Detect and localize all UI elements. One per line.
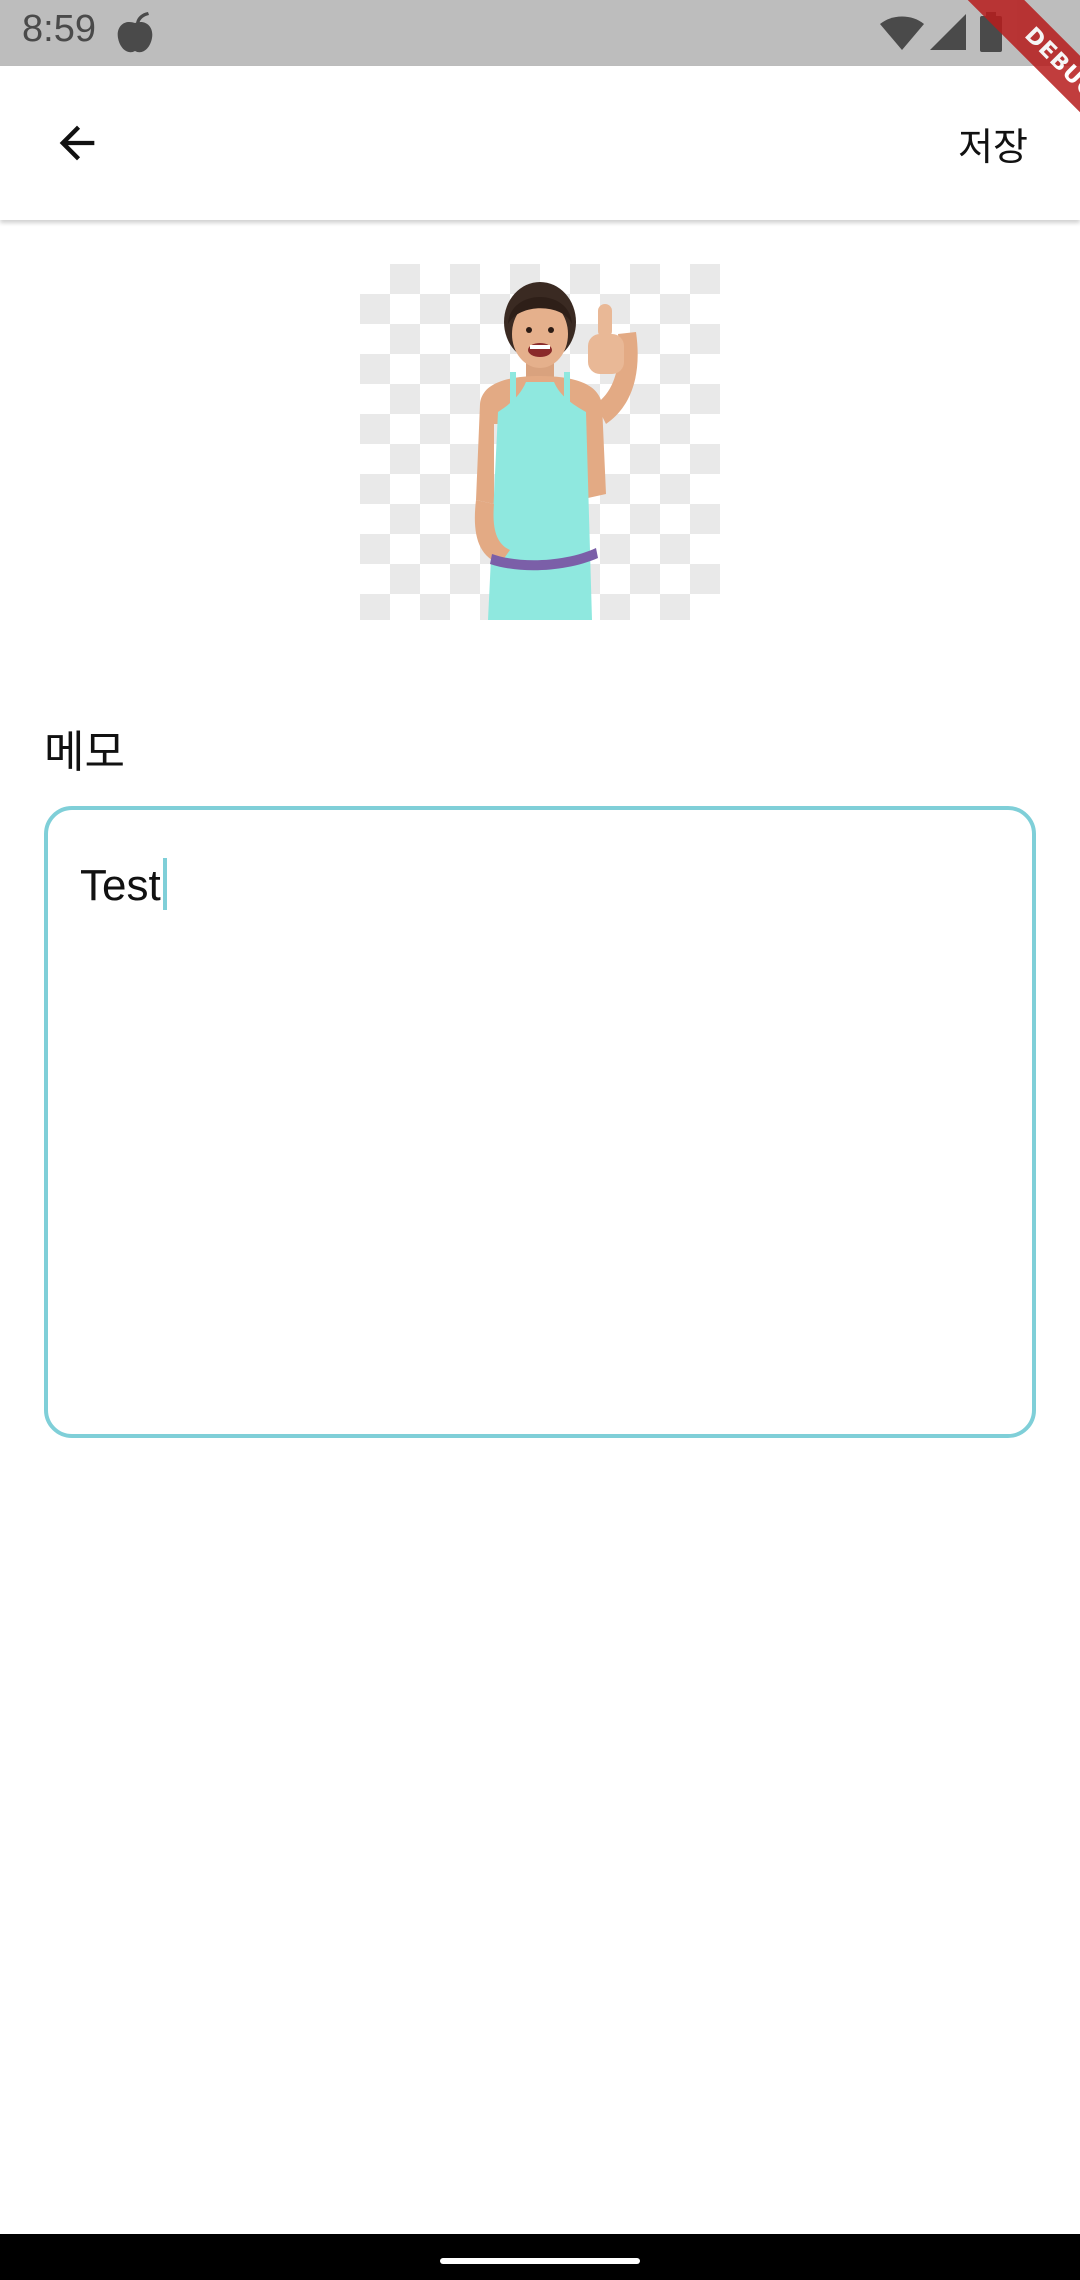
signal-icon bbox=[930, 14, 966, 50]
arrow-left-icon bbox=[59, 125, 95, 161]
memo-label: 메모 bbox=[44, 727, 125, 778]
status-time: 8:59 bbox=[22, 8, 96, 50]
wifi-icon bbox=[880, 16, 924, 50]
save-button[interactable]: 저장 bbox=[958, 116, 1028, 171]
memo-textarea[interactable]: Test bbox=[44, 806, 1036, 1438]
back-button[interactable] bbox=[40, 112, 114, 174]
status-bar: 8:59 bbox=[0, 0, 1080, 66]
app-bar: 저장 bbox=[0, 66, 1080, 220]
app-notification-icon bbox=[117, 12, 153, 53]
person-illustration bbox=[474, 282, 638, 620]
navigation-bar bbox=[0, 2234, 1080, 2280]
gesture-handle[interactable] bbox=[440, 2258, 640, 2264]
memo-text-wrapper: Test bbox=[80, 858, 167, 911]
memo-value: Test bbox=[80, 861, 161, 910]
text-caret bbox=[162, 858, 167, 910]
profile-photo bbox=[360, 264, 720, 620]
battery-icon bbox=[980, 12, 1002, 52]
